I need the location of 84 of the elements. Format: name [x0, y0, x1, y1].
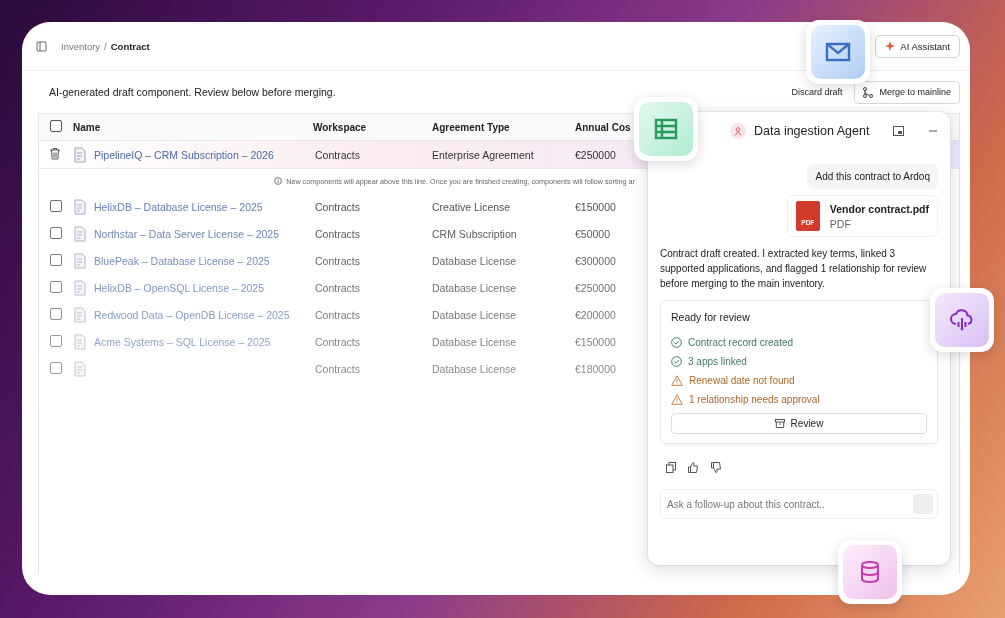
annual-cost-cell-text: €150000 — [575, 200, 617, 213]
person-icon — [734, 126, 742, 136]
workspace-cell-text: Contracts — [314, 335, 361, 348]
branch-icon — [863, 86, 874, 98]
annual-cost-cell-text: €180000 — [575, 362, 617, 375]
archive-icon — [774, 419, 785, 428]
sparkle-icon — [885, 41, 896, 51]
annual-cost-cell-text: €200000 — [575, 308, 617, 321]
document-icon — [73, 198, 87, 215]
attachment-name: Vendor contract.pdf — [829, 202, 929, 215]
document-icon — [73, 333, 87, 350]
agreement-type-cell-text: Database License — [432, 281, 518, 294]
workspace-cell-text: Contracts — [314, 362, 361, 375]
status-text: Renewal date not found — [689, 375, 795, 386]
check-circle-icon — [671, 356, 682, 367]
document-icon — [73, 360, 87, 377]
column-header: Workspace — [313, 121, 367, 133]
checkbox[interactable] — [50, 253, 62, 266]
discard-draft-link[interactable]: Discard draft — [791, 87, 843, 97]
document-icon — [73, 306, 87, 323]
contract-name-link[interactable]: HelixDB – Database License – 2025 — [94, 200, 263, 213]
breadcrumb-current: Contract — [110, 40, 150, 52]
merge-button[interactable]: Merge to mainline — [854, 80, 960, 104]
contract-name-link[interactable]: Northstar – Data Server License – 2025 — [94, 227, 280, 240]
copy-icon[interactable] — [666, 462, 676, 473]
review-button[interactable]: Review — [671, 413, 927, 434]
agreement-type-cell-text: Database License — [432, 254, 518, 267]
document-icon — [73, 146, 87, 163]
thumbs-up-icon[interactable] — [688, 462, 699, 473]
column-header: Agreement Type — [432, 121, 510, 133]
annual-cost-cell-text: €250000 — [575, 281, 617, 294]
agreement-type-cell-text: Database License — [432, 335, 518, 348]
document-icon — [73, 279, 87, 296]
contract-name-link[interactable]: HelixDB – OpenSQL License – 2025 — [94, 281, 265, 294]
contract-name-link[interactable]: PipelineIQ – CRM Subscription – 2026 — [94, 148, 274, 161]
checkbox[interactable] — [50, 226, 62, 239]
draft-message: AI-generated draft component. Review below before merging. — [49, 86, 337, 98]
workspace-cell-text: Contracts — [314, 308, 361, 321]
user-message: Add this contract to Ardoq — [807, 164, 938, 189]
info-icon — [274, 177, 283, 185]
workspace-cell-text: Contracts — [314, 281, 361, 294]
breadcrumb-separator: / — [104, 40, 107, 52]
document-icon — [73, 225, 87, 242]
workspace-cell-text: Contracts — [314, 148, 361, 161]
annual-cost-cell-text: €150000 — [575, 335, 617, 348]
warning-icon — [671, 394, 683, 405]
checkbox[interactable] — [50, 199, 62, 212]
checkbox[interactable] — [50, 120, 62, 132]
thumbs-down-icon[interactable] — [711, 462, 722, 473]
checkbox[interactable] — [50, 361, 62, 374]
contract-name-link[interactable]: BluePeak – Database License – 2025 — [94, 254, 270, 267]
annual-cost-cell-text: €250000 — [575, 148, 617, 161]
attachment-type: PDF — [829, 217, 852, 230]
breadcrumb-link[interactable]: Inventory — [61, 40, 101, 52]
checkbox[interactable] — [50, 334, 62, 347]
document-icon — [73, 252, 87, 269]
agreement-type-cell-text: CRM Subscription — [432, 227, 518, 240]
chat-title: Data ingestion Agent — [754, 124, 871, 138]
annual-cost-cell-text: €300000 — [575, 254, 617, 267]
workspace-cell-text: Contracts — [314, 227, 361, 240]
status-text: Contract record created — [688, 337, 794, 348]
column-header: Annual Cos — [575, 121, 631, 133]
status-text: 1 relationship needs approval — [689, 394, 820, 405]
review-card-title: Ready for review — [671, 311, 751, 323]
agreement-type-cell-text: Creative License — [432, 200, 512, 213]
agreement-type-cell-text: Database License — [432, 362, 518, 375]
ai-assistant-button[interactable]: AI Assistant — [875, 34, 960, 58]
agreement-type-cell-text: Database License — [432, 308, 518, 321]
check-circle-icon — [671, 337, 682, 348]
checkbox[interactable] — [50, 307, 62, 320]
agreement-type-cell-text: Enterprise Agreement — [432, 148, 535, 161]
picture-in-picture-icon[interactable] — [893, 126, 904, 136]
trash-icon[interactable] — [49, 147, 61, 160]
sidebar-toggle-icon[interactable] — [36, 40, 47, 52]
follow-up-input[interactable]: Ask a follow-up about this contract.. — [660, 489, 938, 519]
annual-cost-cell-text: €50000 — [575, 227, 612, 240]
contract-name-link[interactable]: Redwood Data – OpenDB License – 2025 — [94, 308, 290, 321]
column-header: Name — [73, 121, 101, 133]
status-text: 3 apps linked — [688, 356, 747, 367]
checkbox[interactable] — [50, 280, 62, 293]
workspace-cell-text: Contracts — [314, 254, 361, 267]
warning-icon — [671, 375, 683, 386]
agent-response: Contract draft created. I extracted key terms, linked 3 supported applications, and flagged 1 relationship for review before merging to the main inventory. — [660, 247, 928, 291]
workspace-cell-text: Contracts — [314, 200, 361, 213]
